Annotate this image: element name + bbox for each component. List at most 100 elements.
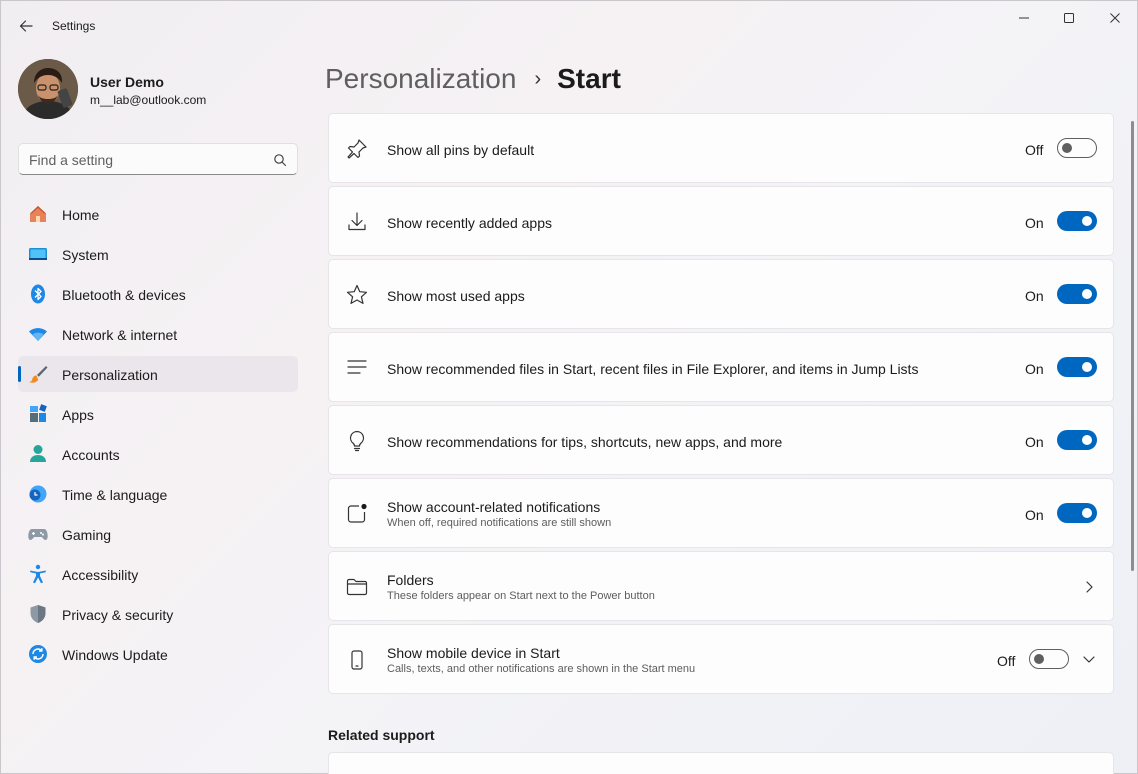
setting-description: Calls, texts, and other notifications ar… — [387, 663, 696, 675]
lightbulb-icon — [349, 430, 365, 452]
wifi-icon — [29, 328, 47, 341]
breadcrumb-parent-link[interactable]: Personalization — [325, 63, 516, 95]
maximize-button[interactable] — [1046, 1, 1092, 35]
pin-icon — [347, 139, 367, 159]
accounts-icon — [30, 445, 46, 462]
minimize-button[interactable] — [1001, 1, 1047, 35]
toggle-state-label: On — [1025, 434, 1044, 450]
sidebar-item-network[interactable]: Network & internet — [18, 316, 298, 352]
sidebar-item-label: Gaming — [62, 527, 112, 543]
update-icon — [29, 645, 47, 663]
related-support-header: Related support — [328, 727, 435, 743]
shield-icon — [30, 605, 46, 623]
chevron-right-icon: › — [534, 67, 542, 90]
accessibility-icon — [30, 564, 46, 584]
setting-card-account-notifications: Show account-related notifications When … — [328, 478, 1114, 548]
toggle-state-label: Off — [997, 653, 1016, 669]
sidebar-item-label: System — [62, 247, 109, 263]
sidebar-nav: Home System Bluetooth & devices Network … — [18, 196, 298, 676]
minimize-icon — [1019, 17, 1029, 19]
star-icon — [346, 284, 368, 304]
sidebar-item-label: Bluetooth & devices — [62, 287, 186, 303]
setting-title: Show account-related notifications — [387, 499, 601, 515]
back-button[interactable] — [11, 13, 41, 39]
sidebar-item-label: Network & internet — [62, 327, 178, 343]
sidebar-item-accessibility[interactable]: Accessibility — [18, 556, 298, 592]
sidebar-item-gaming[interactable]: Gaming — [18, 516, 298, 552]
recommended-files-toggle[interactable] — [1057, 357, 1097, 377]
sidebar-item-label: Accessibility — [62, 567, 139, 583]
app-title: Settings — [52, 19, 96, 33]
sidebar-item-label: Privacy & security — [62, 607, 174, 623]
phone-icon — [351, 650, 363, 670]
title-bar: Settings — [1, 1, 1137, 49]
sidebar-item-privacy[interactable]: Privacy & security — [18, 596, 298, 632]
setting-card-show-all-pins: Show all pins by default Off — [328, 113, 1114, 183]
mobile-device-toggle[interactable] — [1029, 649, 1069, 669]
close-button[interactable] — [1092, 1, 1138, 35]
gamepad-icon — [28, 529, 48, 540]
sidebar-item-system[interactable]: System — [18, 236, 298, 272]
search-box[interactable] — [18, 143, 298, 175]
setting-title: Show all pins by default — [387, 142, 535, 158]
close-icon — [1110, 13, 1120, 23]
chevron-down-icon[interactable] — [1081, 651, 1097, 667]
setting-card-recommended-files: Show recommended files in Start, recent … — [328, 332, 1114, 402]
toggle-state-label: On — [1025, 288, 1044, 304]
toggle-state-label: On — [1025, 361, 1044, 377]
setting-card-recommendations: Show recommendations for tips, shortcuts… — [328, 405, 1114, 475]
home-icon — [30, 206, 46, 222]
brush-icon — [29, 366, 48, 383]
sidebar-item-time-language[interactable]: Time & language — [18, 476, 298, 512]
clock-globe-icon — [29, 485, 47, 503]
setting-card-recently-added: Show recently added apps On — [328, 186, 1114, 256]
chevron-right-icon[interactable] — [1081, 579, 1097, 595]
download-icon — [348, 212, 366, 231]
list-icon — [347, 360, 367, 374]
setting-card-most-used: Show most used apps On — [328, 259, 1114, 329]
toggle-state-label: On — [1025, 507, 1044, 523]
setting-card-mobile-device: Show mobile device in Start Calls, texts… — [328, 624, 1114, 694]
breadcrumb: Personalization › Start — [325, 59, 621, 99]
sidebar-item-label: Accounts — [62, 447, 120, 463]
setting-card-folders[interactable]: Folders These folders appear on Start ne… — [328, 551, 1114, 621]
sidebar-item-label: Personalization — [62, 367, 158, 383]
apps-icon — [30, 404, 47, 422]
user-email: m__lab@outlook.com — [90, 93, 207, 107]
user-profile[interactable]: User Demo m__lab@outlook.com — [18, 59, 298, 119]
notification-icon — [347, 503, 367, 523]
sidebar-item-label: Home — [62, 207, 100, 223]
recommendations-toggle[interactable] — [1057, 430, 1097, 450]
setting-title: Show mobile device in Start — [387, 645, 560, 661]
setting-description: When off, required notifications are sti… — [387, 517, 612, 529]
sidebar-item-apps[interactable]: Apps — [18, 396, 298, 432]
toggle-state-label: Off — [1025, 142, 1044, 158]
sidebar-item-personalization[interactable]: Personalization — [18, 356, 298, 392]
sidebar-item-bluetooth[interactable]: Bluetooth & devices — [18, 276, 298, 312]
show-all-pins-toggle[interactable] — [1057, 138, 1097, 158]
folder-icon — [346, 578, 368, 596]
search-icon[interactable] — [273, 153, 287, 167]
sidebar-item-label: Apps — [62, 407, 94, 423]
back-arrow-icon — [19, 20, 33, 32]
search-input[interactable] — [29, 151, 259, 169]
sidebar-item-home[interactable]: Home — [18, 196, 298, 232]
avatar — [18, 59, 78, 119]
related-support-card[interactable] — [328, 752, 1114, 774]
setting-title: Show recommended files in Start, recent … — [387, 361, 919, 377]
sidebar-item-label: Windows Update — [62, 647, 168, 663]
setting-description: These folders appear on Start next to th… — [387, 590, 655, 602]
setting-title: Show most used apps — [387, 288, 525, 304]
account-notifications-toggle[interactable] — [1057, 503, 1097, 523]
setting-title: Show recently added apps — [387, 215, 552, 231]
system-icon — [29, 248, 47, 260]
settings-window: Settings User Demo m__lab@outlook.com Fi… — [0, 0, 1138, 774]
toggle-state-label: On — [1025, 215, 1044, 231]
sidebar-item-accounts[interactable]: Accounts — [18, 436, 298, 472]
most-used-toggle[interactable] — [1057, 284, 1097, 304]
sidebar-item-windows-update[interactable]: Windows Update — [18, 636, 298, 672]
recently-added-toggle[interactable] — [1057, 211, 1097, 231]
page-title: Start — [557, 63, 621, 94]
scrollbar[interactable] — [1131, 121, 1134, 571]
bluetooth-icon — [31, 284, 45, 304]
